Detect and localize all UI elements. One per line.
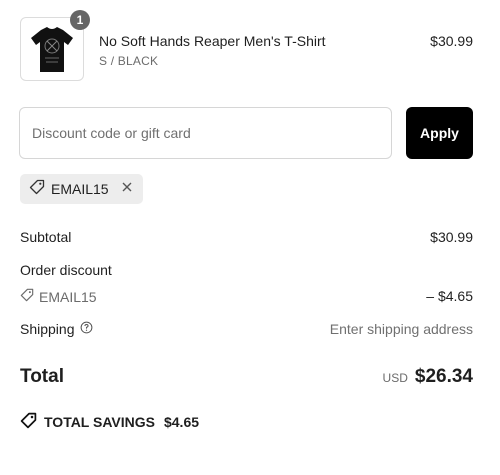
total-value-group: USD $26.34 [383, 366, 473, 388]
close-icon[interactable] [121, 181, 133, 197]
product-price: $30.99 [430, 33, 473, 49]
discount-code-line: EMAIL15 [20, 288, 97, 305]
total-savings: TOTAL SAVINGS $4.65 [20, 412, 199, 432]
product-variant: S / BLACK [99, 54, 159, 68]
tag-icon [20, 288, 34, 305]
help-icon[interactable] [80, 321, 93, 337]
quantity-badge: 1 [70, 10, 90, 30]
shipping-value: Enter shipping address [329, 321, 473, 337]
tag-icon [20, 412, 37, 432]
shipping-label-group: Shipping [20, 321, 93, 337]
subtotal-label: Subtotal [20, 229, 72, 245]
total-savings-label: TOTAL SAVINGS [44, 414, 155, 430]
shipping-label: Shipping [20, 321, 75, 337]
discount-amount: – $4.65 [426, 288, 473, 304]
total-savings-value: $4.65 [163, 414, 200, 430]
order-discount-label: Order discount [20, 262, 112, 278]
tag-icon [29, 179, 45, 200]
total-label: Total [20, 366, 64, 387]
discount-code-input[interactable] [19, 107, 392, 159]
total-amount: $26.34 [414, 366, 473, 387]
total-currency: USD [382, 371, 408, 385]
applied-discount-chip: EMAIL15 [20, 174, 143, 204]
product-title: No Soft Hands Reaper Men's T-Shirt [99, 33, 326, 49]
applied-discount-code: EMAIL15 [51, 181, 109, 197]
subtotal-value: $30.99 [430, 229, 473, 245]
apply-button[interactable]: Apply [406, 107, 473, 159]
discount-code-text: EMAIL15 [39, 288, 97, 305]
